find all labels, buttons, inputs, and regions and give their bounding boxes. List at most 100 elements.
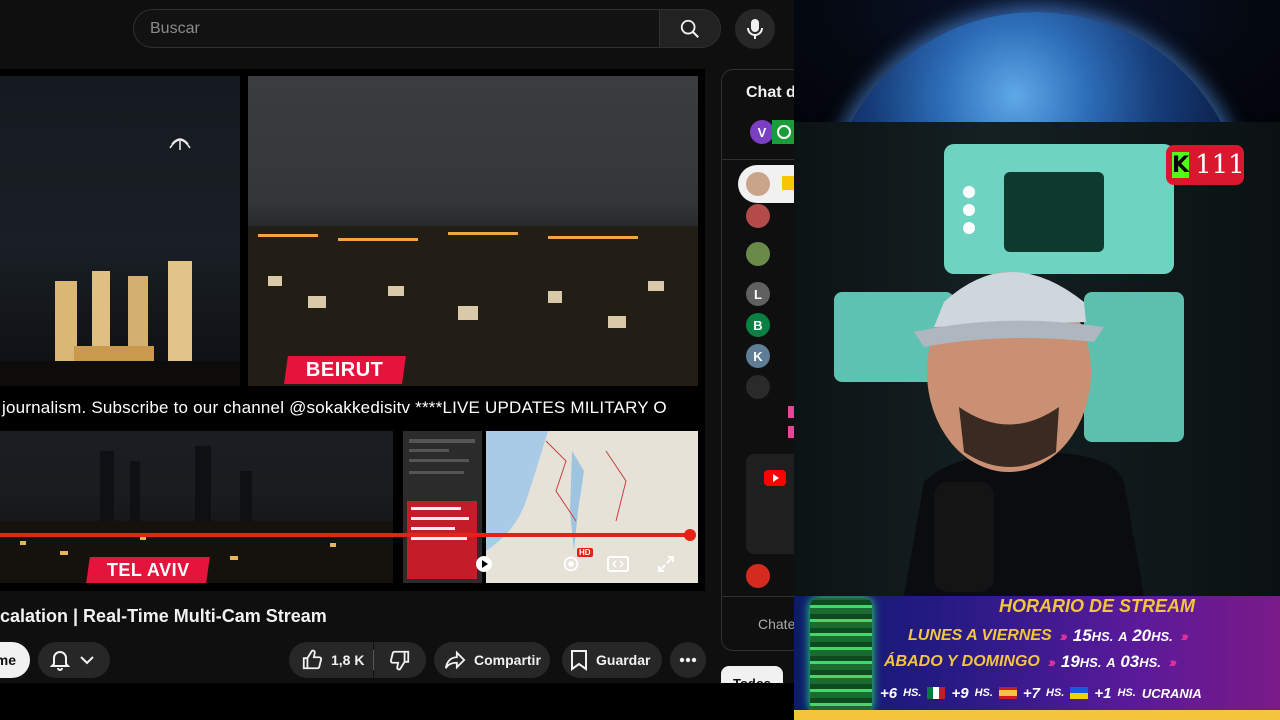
- tz-hs: HS.: [903, 687, 922, 699]
- save-button[interactable]: Guardar: [562, 642, 662, 678]
- tz-country: UCRANIA: [1141, 685, 1202, 701]
- chat-avatar-figure[interactable]: [746, 375, 770, 399]
- tz-offset: +1: [1094, 684, 1112, 702]
- chat-avatar-letter: K: [753, 348, 763, 364]
- news-ticker: journalism. Subscribe to our channel @so…: [0, 393, 705, 423]
- tz-hs: HS.: [1117, 687, 1136, 699]
- progress-scrubber[interactable]: [684, 529, 697, 541]
- stream-schedule-banner: HORARIO DE STREAM LUNES A VIERNES ››› 15…: [794, 596, 1280, 720]
- schedule-from: 19: [1060, 652, 1080, 671]
- chat-avatar-flag-us[interactable]: [746, 204, 770, 228]
- beirut-label-text: BEIRUT: [306, 358, 384, 381]
- chat-avatar-l[interactable]: L: [746, 282, 770, 306]
- beirut-label: BEIRUT: [284, 356, 406, 384]
- schedule-sep: A: [1118, 629, 1128, 644]
- like-count: 1,8 K: [331, 652, 365, 668]
- pinned-message[interactable]: [738, 165, 794, 203]
- donation-badge[interactable]: [772, 120, 794, 144]
- chat-avatar-letter: B: [753, 317, 763, 333]
- tz-offset: +9: [951, 684, 969, 702]
- bell-icon: [50, 651, 70, 671]
- flag-mexico-icon: [927, 687, 946, 699]
- video-player[interactable]: BEIRUT journalism. Subscribe to our chan…: [0, 69, 705, 591]
- schedule-row-weekend: ÁBADO Y DOMINGO ››› 19HS. A 03HS. ›››: [884, 650, 1177, 674]
- youtube-logo-icon: [764, 470, 786, 486]
- search-box[interactable]: [133, 9, 659, 48]
- save-label: Guardar: [596, 652, 651, 668]
- schedule-hs: HS.: [1091, 629, 1114, 644]
- progress-bar[interactable]: [0, 533, 691, 537]
- tz-offset: +7: [1022, 684, 1041, 702]
- more-actions-button[interactable]: [670, 642, 706, 678]
- search-button[interactable]: [659, 9, 721, 48]
- ticker-text: journalism. Subscribe to our channel @so…: [2, 398, 667, 417]
- schedule-bottom-band: [794, 710, 1280, 720]
- schedule-days: LUNES A VIERNES: [908, 627, 1052, 644]
- streamer-overlay: K 111 HORARIO DE STREAM LUNES A VIERNES …: [794, 0, 1280, 720]
- fullscreen-icon: [658, 556, 674, 572]
- streamer-webcam: [794, 122, 1280, 596]
- video-title: calation | Real-Time Multi-Cam Stream: [0, 606, 327, 626]
- space-background: [794, 0, 1280, 122]
- kick-logo-icon: K: [1172, 152, 1190, 178]
- beirut-city-image: [248, 226, 698, 386]
- schedule-hs: HS.: [1079, 655, 1102, 670]
- glowing-can-decoration: [810, 598, 872, 712]
- search-icon: [680, 19, 699, 38]
- subscribe-label: me: [0, 652, 16, 668]
- camera-feed-beirut: [248, 76, 698, 386]
- gift-icon: [777, 125, 791, 139]
- chat-avatar-v[interactable]: V: [750, 120, 774, 144]
- tz-offset: +6: [880, 684, 898, 702]
- bottom-black-bar: [0, 683, 794, 720]
- chat-input-field[interactable]: Chate: [758, 616, 794, 632]
- thumbs-down-icon: [389, 650, 410, 671]
- share-button[interactable]: Compartir: [434, 642, 550, 678]
- tel-aviv-label-text: TEL AVIV: [106, 559, 190, 580]
- more-horizontal-icon: [679, 657, 697, 663]
- live-chat-panel: Chat de V L B K Chate: [721, 69, 794, 651]
- flag-ukraine-icon: [1070, 687, 1089, 699]
- viewer-count: 111: [1195, 150, 1245, 180]
- chevron-down-icon: [80, 656, 94, 665]
- theater-mode-button[interactable]: [604, 552, 632, 576]
- camera-feed-top-left: [0, 76, 240, 386]
- thumbs-up-icon: [302, 649, 323, 670]
- voice-search-button[interactable]: [735, 9, 775, 49]
- tz-hs: HS.: [1046, 687, 1065, 699]
- schedule-from: 15: [1072, 626, 1092, 645]
- schedule-hs: HS.: [1151, 629, 1173, 644]
- chevron-right-icon: ›››: [1168, 654, 1177, 670]
- share-icon: [444, 650, 466, 670]
- flag-spain-icon: [998, 687, 1017, 699]
- theater-icon: [607, 556, 629, 572]
- tz-hs: HS.: [974, 687, 993, 699]
- chat-youtube-card[interactable]: [746, 454, 794, 554]
- notifications-button[interactable]: [38, 642, 110, 678]
- chat-divider: [722, 159, 794, 160]
- pinned-avatar: [746, 172, 770, 196]
- like-button[interactable]: 1,8 K: [289, 642, 373, 678]
- schedule-sep: A: [1106, 655, 1116, 670]
- dislike-button[interactable]: [374, 642, 426, 678]
- chat-avatar-k[interactable]: K: [746, 344, 770, 368]
- chat-avatar-flag-ca[interactable]: [746, 564, 770, 588]
- schedule-hs: HS.: [1139, 655, 1161, 670]
- fullscreen-button[interactable]: [652, 552, 680, 576]
- play-icon: [476, 556, 492, 572]
- earth-image: [826, 12, 1246, 122]
- chat-avatar-letter: L: [754, 286, 762, 302]
- play-button[interactable]: [470, 552, 498, 576]
- chevron-right-icon: ›››: [1047, 654, 1056, 670]
- subscribe-button[interactable]: me: [0, 642, 30, 678]
- search-input[interactable]: [150, 18, 640, 40]
- chat-footer-divider: [722, 596, 794, 597]
- timezone-row: +6 HS. +9 HS. +7 HS. +1 HS. UCRANIA: [880, 682, 1202, 704]
- schedule-to: 03: [1120, 652, 1140, 671]
- chat-avatar-photo[interactable]: [746, 242, 770, 266]
- kick-viewer-badge: K 111: [1166, 145, 1245, 185]
- streamer-webcam-image: [834, 144, 1184, 596]
- settings-button[interactable]: HD: [557, 548, 593, 576]
- chat-avatar-b[interactable]: B: [746, 313, 770, 337]
- schedule-to: 20: [1132, 626, 1152, 645]
